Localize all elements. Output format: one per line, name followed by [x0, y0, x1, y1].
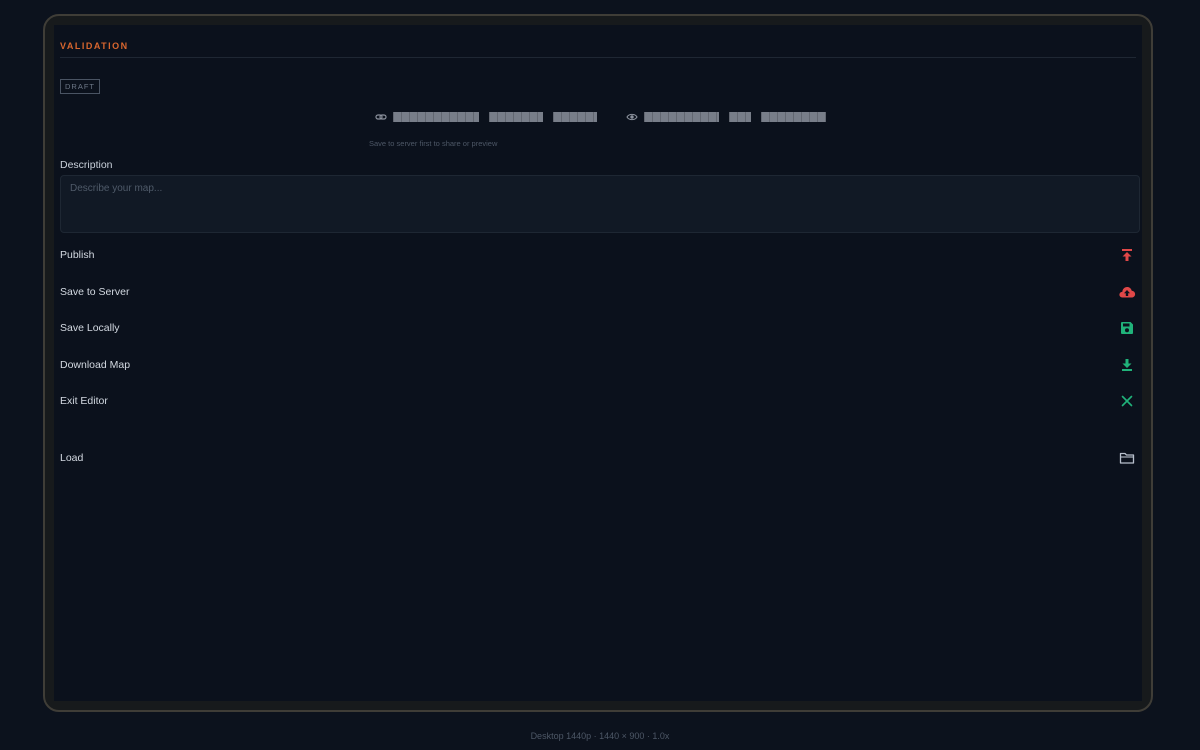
close-icon — [1118, 392, 1136, 410]
description-input[interactable] — [60, 175, 1140, 233]
share-hint: Save to server first to share or preview — [369, 139, 498, 148]
redacted-text — [393, 112, 479, 122]
exit-editor-label: Exit Editor — [60, 395, 108, 407]
link-icon — [375, 111, 387, 123]
exit-editor-button[interactable]: Exit Editor — [60, 389, 1140, 413]
status-badge: DRAFT — [60, 79, 100, 94]
publish-button[interactable]: Publish — [60, 243, 1140, 267]
redacted-text — [553, 112, 597, 122]
save-icon — [1118, 319, 1136, 337]
editor-panel: VALIDATION DRAFT Save to server first to… — [54, 25, 1142, 701]
download-map-label: Download Map — [60, 359, 131, 371]
save-locally-label: Save Locally — [60, 322, 120, 334]
section-title: VALIDATION — [60, 41, 129, 51]
save-locally-button[interactable]: Save Locally — [60, 316, 1140, 340]
save-to-server-label: Save to Server — [60, 286, 130, 298]
redacted-text — [644, 112, 719, 122]
cloud-upload-icon — [1118, 283, 1136, 301]
publish-icon — [1118, 246, 1136, 264]
load-button[interactable]: Load — [60, 446, 1140, 470]
redacted-text — [489, 112, 543, 122]
publish-label: Publish — [60, 249, 95, 261]
load-label: Load — [60, 452, 84, 464]
folder-icon — [1118, 449, 1136, 467]
preview-link[interactable] — [626, 111, 836, 123]
eye-icon — [626, 111, 638, 123]
redacted-text — [729, 112, 751, 122]
share-link[interactable] — [375, 111, 607, 123]
download-map-button[interactable]: Download Map — [60, 353, 1140, 377]
save-to-server-button[interactable]: Save to Server — [60, 280, 1140, 304]
description-label: Description — [60, 159, 113, 171]
redacted-text — [761, 112, 826, 122]
download-icon — [1118, 356, 1136, 374]
device-info-caption: Desktop 1440p · 1440 × 900 · 1.0x — [530, 731, 670, 741]
device-frame: VALIDATION DRAFT Save to server first to… — [43, 14, 1153, 712]
section-divider — [60, 57, 1136, 58]
